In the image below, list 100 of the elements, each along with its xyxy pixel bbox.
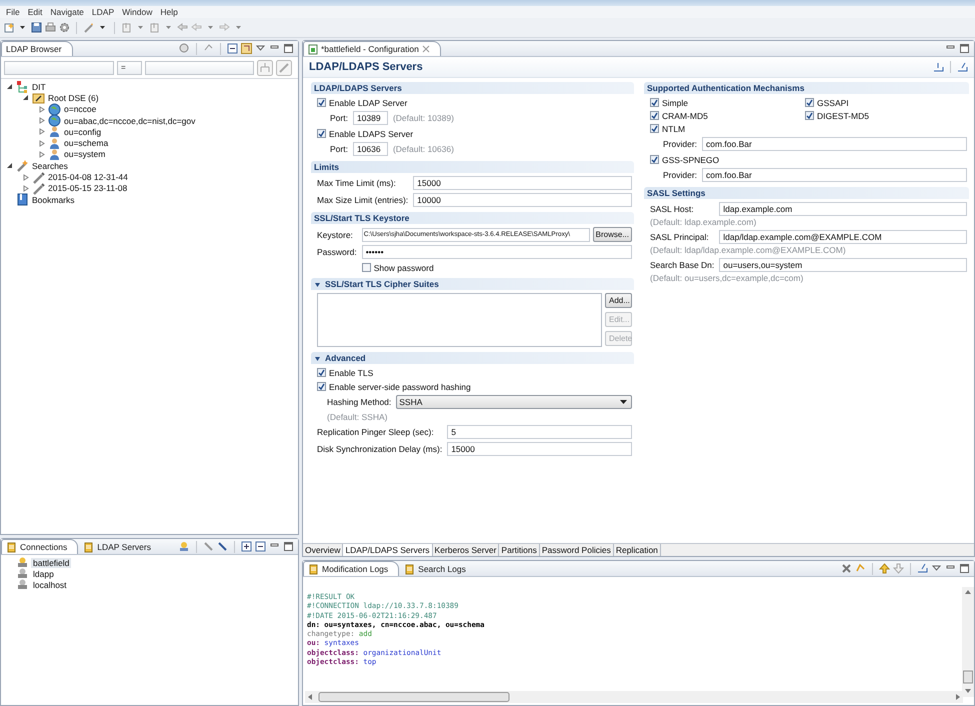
expanded-icon[interactable] (6, 162, 12, 170)
checkbox[interactable] (650, 155, 659, 164)
checkbox-label[interactable]: Enable TLS (329, 368, 374, 378)
menu-item[interactable]: File (2, 7, 24, 17)
input-field[interactable]: 10389 (352, 111, 388, 125)
tree-item[interactable]: 2015-04-08 12-31-44 (48, 172, 128, 182)
collapsed-icon[interactable] (38, 140, 44, 147)
checkbox-label[interactable]: Enable server-side password hashing (329, 382, 471, 392)
tab[interactable]: Replication (614, 544, 661, 556)
checkbox[interactable] (317, 382, 326, 391)
menu-item[interactable]: Edit (24, 7, 46, 17)
collapsed-icon[interactable] (38, 150, 44, 158)
hierarchy-icon[interactable] (257, 60, 273, 76)
menu-item[interactable]: LDAP (88, 7, 118, 17)
menu-item[interactable]: Help (156, 7, 182, 17)
section-header[interactable]: Advanced (325, 353, 366, 363)
tree-item[interactable]: Searches (32, 160, 68, 171)
tree-item[interactable]: Root DSE (6) (48, 92, 99, 103)
connection-item[interactable]: battlefield (31, 558, 72, 568)
input-field[interactable]: 10636 (352, 142, 388, 156)
maximize-icon[interactable] (283, 43, 294, 54)
down-arrow-icon[interactable] (893, 563, 904, 574)
checkbox-label[interactable]: Enable LDAPS Server (329, 128, 414, 138)
checkbox[interactable] (650, 111, 659, 120)
collapsed-icon[interactable] (38, 128, 44, 136)
input-field[interactable]: ldap/ldap.example.com@EXAMPLE.COM (719, 230, 967, 244)
tree-item[interactable]: 2015-05-15 23-11-08 (48, 183, 128, 194)
collapsed-icon[interactable] (22, 184, 28, 192)
checkbox-label[interactable]: NTLM (662, 124, 686, 134)
tree-item[interactable]: ou=system (64, 149, 106, 160)
tree-item[interactable]: ou=schema (64, 138, 108, 148)
input-field[interactable]: ldap.example.com (719, 202, 967, 216)
new-connection-icon[interactable] (179, 541, 190, 552)
button[interactable]: Add... (605, 293, 632, 308)
new-icon[interactable] (3, 22, 14, 33)
collapsed-icon[interactable] (22, 174, 28, 181)
tree-item[interactable]: ou=config (64, 126, 102, 137)
checkbox[interactable] (317, 98, 326, 107)
maximize-icon[interactable] (283, 541, 294, 552)
input-field[interactable]: 5 (447, 425, 632, 439)
checkbox[interactable] (650, 124, 659, 133)
checkbox-label[interactable]: GSSAPI (817, 98, 849, 108)
checkbox-label[interactable]: Simple (662, 98, 688, 108)
tab[interactable]: *battlefield - Configuration (303, 41, 441, 56)
expanded-icon[interactable] (22, 94, 28, 102)
vertical-scrollbar[interactable] (962, 587, 974, 697)
checkbox[interactable] (317, 368, 326, 377)
save-icon[interactable] (31, 22, 42, 33)
checkbox-label[interactable]: Show password (374, 262, 434, 272)
input-field[interactable]: 10000 (413, 193, 632, 207)
tab[interactable]: LDAP Browser (1, 41, 73, 56)
tab[interactable]: Connections (1, 539, 78, 554)
tree-item[interactable]: Bookmarks (32, 194, 75, 205)
checkbox-label[interactable]: Enable LDAP Server (329, 98, 408, 108)
checkbox[interactable] (805, 98, 814, 107)
input-field[interactable]: 15000 (447, 442, 632, 456)
dropdown[interactable]: SSHA (396, 395, 632, 409)
input-field[interactable]: com.foo.Bar (702, 137, 967, 151)
up-arrow-icon[interactable] (879, 563, 890, 574)
horizontal-scrollbar[interactable] (305, 691, 963, 703)
menu-item[interactable]: Window (118, 7, 156, 17)
input-field[interactable]: •••••• (362, 245, 632, 259)
tree-item[interactable]: DIT (32, 82, 46, 92)
close-icon[interactable] (422, 45, 430, 53)
tree-item[interactable]: ou=abac,dc=nccoe,dc=nist,dc=gov (64, 116, 196, 126)
input-field[interactable]: com.foo.Bar (702, 168, 967, 182)
tab[interactable]: LDAP Servers (78, 539, 162, 554)
back-arrow-icon[interactable] (177, 22, 188, 33)
checkbox-label[interactable]: CRAM-MD5 (662, 110, 708, 120)
print-icon[interactable] (45, 22, 56, 33)
expand-all-icon[interactable] (241, 541, 252, 552)
wand-icon[interactable] (276, 60, 292, 76)
link-with-editor-icon[interactable] (241, 43, 252, 54)
checkbox[interactable] (317, 129, 326, 138)
gear-icon[interactable] (59, 22, 70, 33)
input-field[interactable]: ou=users,ou=system (719, 258, 967, 272)
connection-item[interactable]: localhost (31, 580, 69, 590)
tab[interactable]: Modification Logs (303, 561, 400, 576)
dropdown[interactable]: = (117, 60, 142, 74)
input-field[interactable]: 15000 (413, 176, 632, 190)
maximize-icon[interactable] (959, 43, 970, 54)
expanded-icon[interactable] (6, 83, 12, 90)
button[interactable]: Browse... (592, 227, 632, 242)
tree-item[interactable]: o=nccoe (64, 104, 96, 114)
checkbox[interactable] (362, 263, 371, 272)
checkbox[interactable] (805, 111, 814, 120)
maximize-icon[interactable] (959, 563, 970, 574)
clear-icon[interactable] (841, 563, 852, 574)
checkbox-label[interactable]: GSS-SPNEGO (662, 154, 720, 164)
tab[interactable]: Kerberos Server (432, 544, 500, 556)
collapsed-icon[interactable] (38, 106, 44, 113)
menu-item[interactable]: Navigate (46, 7, 88, 17)
checkbox[interactable] (650, 98, 659, 107)
checkbox-label[interactable]: DIGEST-MD5 (817, 110, 869, 120)
tab[interactable]: Partitions (499, 544, 540, 556)
connection-item[interactable]: ldapp (31, 568, 56, 578)
collapse-all-icon[interactable] (227, 43, 238, 54)
tab[interactable]: Search Logs (399, 561, 477, 576)
collapsed-icon[interactable] (38, 117, 44, 124)
tab[interactable]: LDAP/LDAPS Servers (343, 544, 433, 556)
